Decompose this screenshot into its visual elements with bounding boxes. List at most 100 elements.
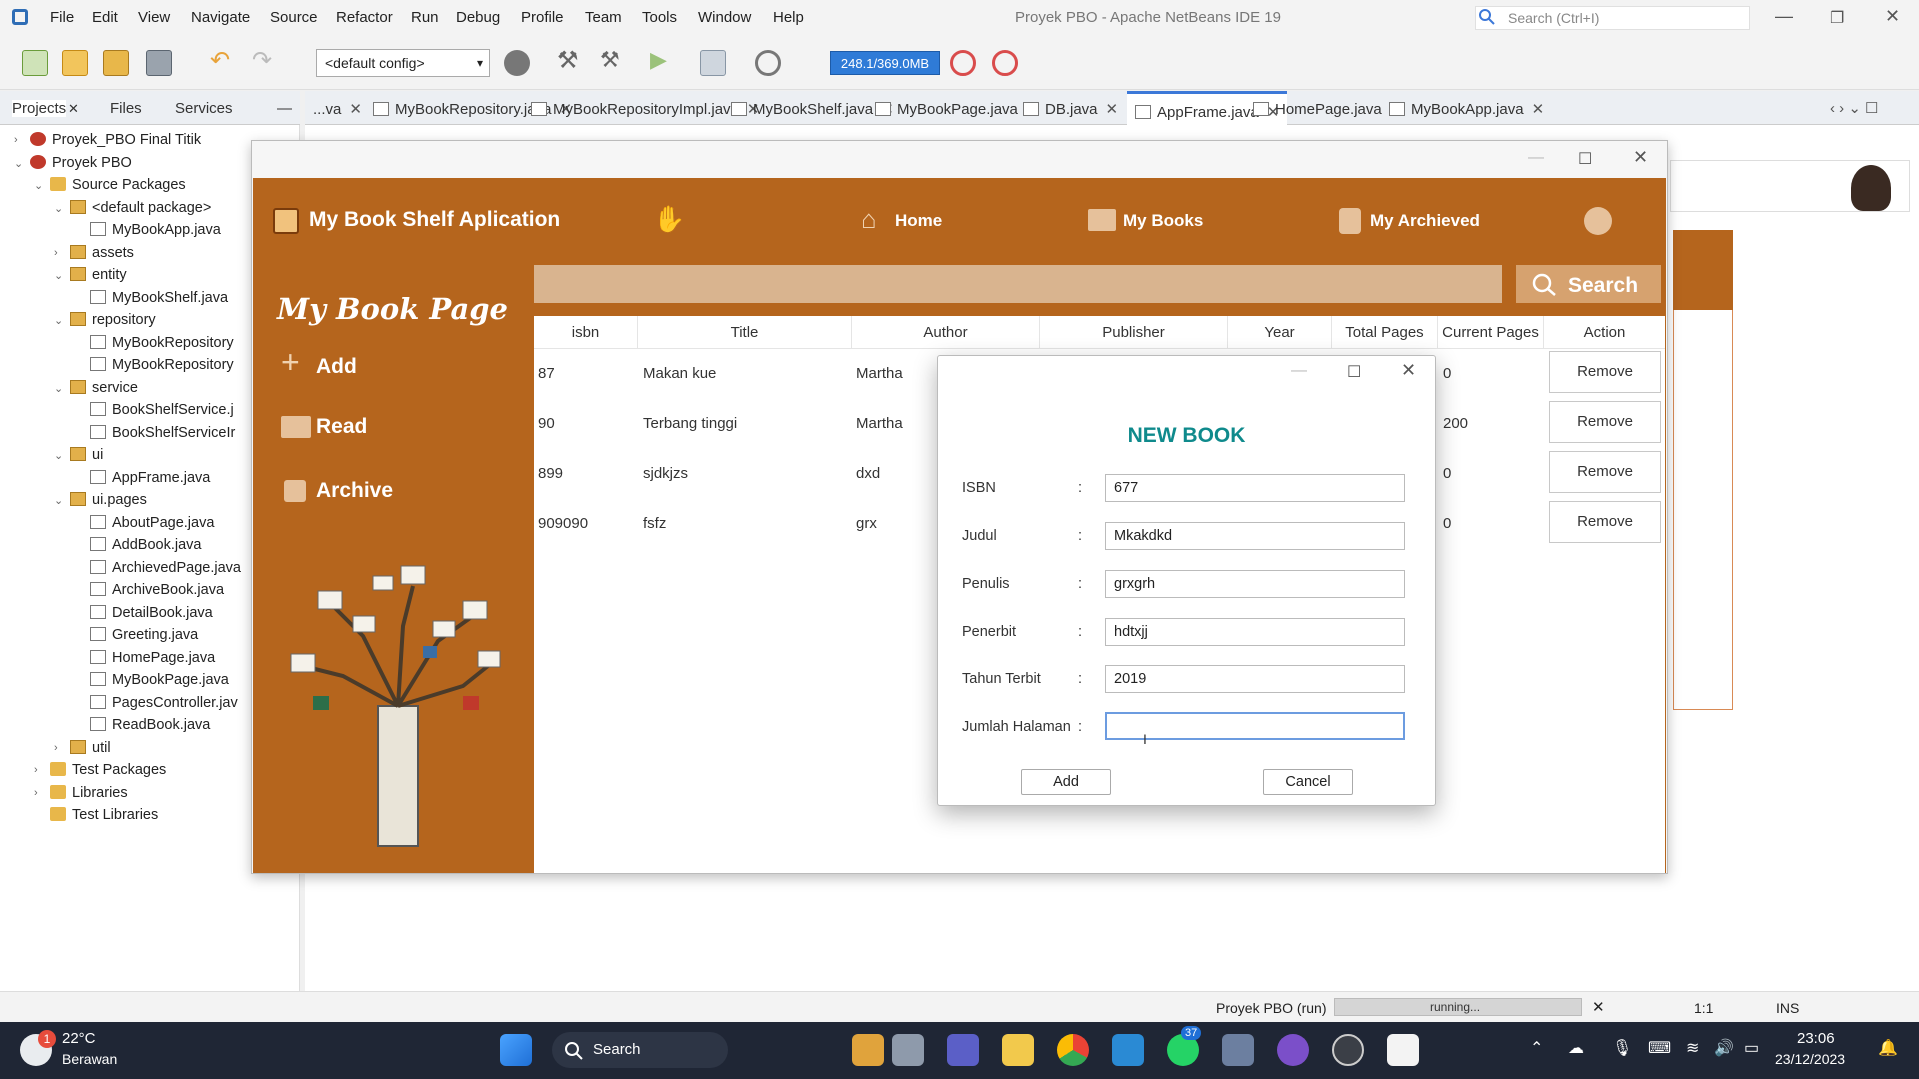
file-explorer-icon[interactable] [1002,1034,1034,1066]
restore-icon[interactable]: ❐ [1830,8,1844,28]
tree-item[interactable]: BookShelfServiceIr [90,424,235,441]
microphone-icon[interactable]: 🎙 [1612,1038,1632,1058]
menu-run[interactable]: Run [411,9,439,26]
wifi-icon[interactable]: ≋ [1686,1038,1699,1058]
menu-refactor[interactable]: Refactor [336,9,393,26]
tab-navigation-icon[interactable]: ‹ › ⌄ ☐ [1830,99,1879,117]
tree-item[interactable]: entity [70,267,127,283]
archive-box-icon[interactable] [1339,208,1361,234]
chevron-down-icon[interactable]: ⌄ [54,449,63,462]
menu-source[interactable]: Source [270,9,318,26]
chevron-down-icon[interactable]: ⌄ [34,179,43,192]
chevron-down-icon[interactable]: ⌄ [14,157,23,170]
close-icon[interactable]: ✕ [68,101,79,117]
chevron-right-icon[interactable]: › [54,742,58,754]
gc-icon[interactable] [950,50,976,76]
col-total-pages[interactable]: Total Pages [1332,316,1438,349]
minimize-panel-icon[interactable]: — [277,100,292,117]
tahun-terbit-field[interactable]: 2019 [1105,665,1405,693]
chevron-down-icon[interactable]: ⌄ [54,202,63,215]
menu-team[interactable]: Team [585,9,622,26]
close-tab-icon[interactable]: ✕ [1106,101,1119,118]
editor-tab[interactable]: MyBookApp.java ✕ [1381,91,1552,125]
remove-button[interactable]: Remove [1549,451,1661,493]
home-icon[interactable]: ⌂ [861,204,877,235]
menu-edit[interactable]: Edit [92,9,118,26]
nav-my-archived[interactable]: My Archieved [1370,211,1480,231]
tree-item[interactable]: ArchiveBook.java [90,582,224,598]
java-app-icon[interactable] [1387,1034,1419,1066]
menu-view[interactable]: View [138,9,170,26]
tree-item[interactable]: assets [70,244,134,261]
penulis-field[interactable]: grxgrh [1105,570,1405,598]
chevron-down-icon[interactable]: ⌄ [54,382,63,395]
config-select[interactable]: <default config> ▾ [316,49,490,77]
tree-item[interactable]: <default package> [70,199,211,216]
tree-item[interactable]: MyBookRepository [90,357,234,373]
minimize-icon[interactable]: — [1528,149,1544,167]
close-icon[interactable]: ✕ [1885,6,1900,27]
cancel-run-icon[interactable]: ✕ [1592,998,1605,1016]
chevron-right-icon[interactable]: › [14,134,18,146]
col-year[interactable]: Year [1228,316,1332,349]
security-app-icon[interactable] [1222,1034,1254,1066]
tree-item[interactable]: AppFrame.java [90,469,210,486]
close-tab-icon[interactable]: ✕ [349,101,362,118]
new-file-icon[interactable] [22,50,48,76]
col-author[interactable]: Author [852,316,1040,349]
chrome-icon[interactable] [1057,1034,1089,1066]
battery-icon[interactable]: ▭ [1744,1038,1759,1058]
github-icon[interactable] [1277,1034,1309,1066]
book-search-input[interactable] [534,265,1502,303]
menu-tools[interactable]: Tools [642,9,677,26]
close-icon[interactable]: ✕ [1633,147,1648,168]
pbo-app-icon[interactable] [852,1034,884,1066]
tree-item[interactable]: DetailBook.java [90,604,213,621]
globe-icon[interactable] [504,50,530,76]
tree-item[interactable]: Test Libraries [50,807,158,823]
new-project-icon[interactable] [62,50,88,76]
tree-item[interactable]: BookShelfService.j [90,402,234,418]
tree-item[interactable]: MyBookRepository [90,334,234,351]
keyboard-icon[interactable]: ⌨ [1648,1038,1671,1058]
chevron-right-icon[interactable]: › [34,764,38,776]
side-archive[interactable]: Archive [316,479,393,503]
tree-item[interactable]: PagesController.jav [90,694,238,711]
col-publisher[interactable]: Publisher [1040,316,1228,349]
tree-item[interactable]: ArchievedPage.java [90,559,241,576]
menu-profile[interactable]: Profile [521,9,564,26]
tree-item[interactable]: MyBookPage.java [90,672,229,688]
menu-window[interactable]: Window [698,9,751,26]
menu-debug[interactable]: Debug [456,9,500,26]
tree-item[interactable]: Proyek PBO [30,154,132,171]
volume-icon[interactable]: 🔊 [1714,1038,1734,1058]
debug-icon[interactable] [700,50,726,76]
minimize-icon[interactable]: — [1291,362,1307,380]
notification-bell-icon[interactable]: 🔔 [1878,1038,1898,1058]
editor-tab[interactable]: ...va ✕ [305,91,370,125]
col-title[interactable]: Title [638,316,852,349]
tree-item[interactable]: Proyek_PBO Final Titik [30,132,201,148]
minimize-icon[interactable]: — [1775,6,1793,27]
nav-home[interactable]: Home [895,211,942,231]
tree-item[interactable]: AboutPage.java [90,514,214,531]
tree-item[interactable]: repository [70,312,156,328]
tree-item[interactable]: ReadBook.java [90,717,210,733]
tree-item[interactable]: MyBookShelf.java [90,289,228,306]
tree-item[interactable]: MyBookApp.java [90,222,221,238]
build-hammer-icon[interactable]: ⚒ [557,46,583,74]
cancel-button[interactable]: Cancel [1263,769,1353,795]
tree-item[interactable]: HomePage.java [90,649,215,666]
side-add[interactable]: Add [316,355,357,379]
penerbit-field[interactable]: hdtxjj [1105,618,1405,646]
windows-start-icon[interactable] [500,1034,532,1066]
menu-file[interactable]: File [50,9,74,26]
nav-my-books[interactable]: My Books [1123,211,1203,231]
remove-button[interactable]: Remove [1549,501,1661,543]
vscode-icon[interactable] [1112,1034,1144,1066]
jumlah-halaman-field[interactable] [1105,712,1405,740]
add-button[interactable]: Add [1021,769,1111,795]
remove-button[interactable]: Remove [1549,351,1661,393]
chevron-down-icon[interactable]: ⌄ [54,314,63,327]
tree-item[interactable]: ui.pages [70,492,147,508]
